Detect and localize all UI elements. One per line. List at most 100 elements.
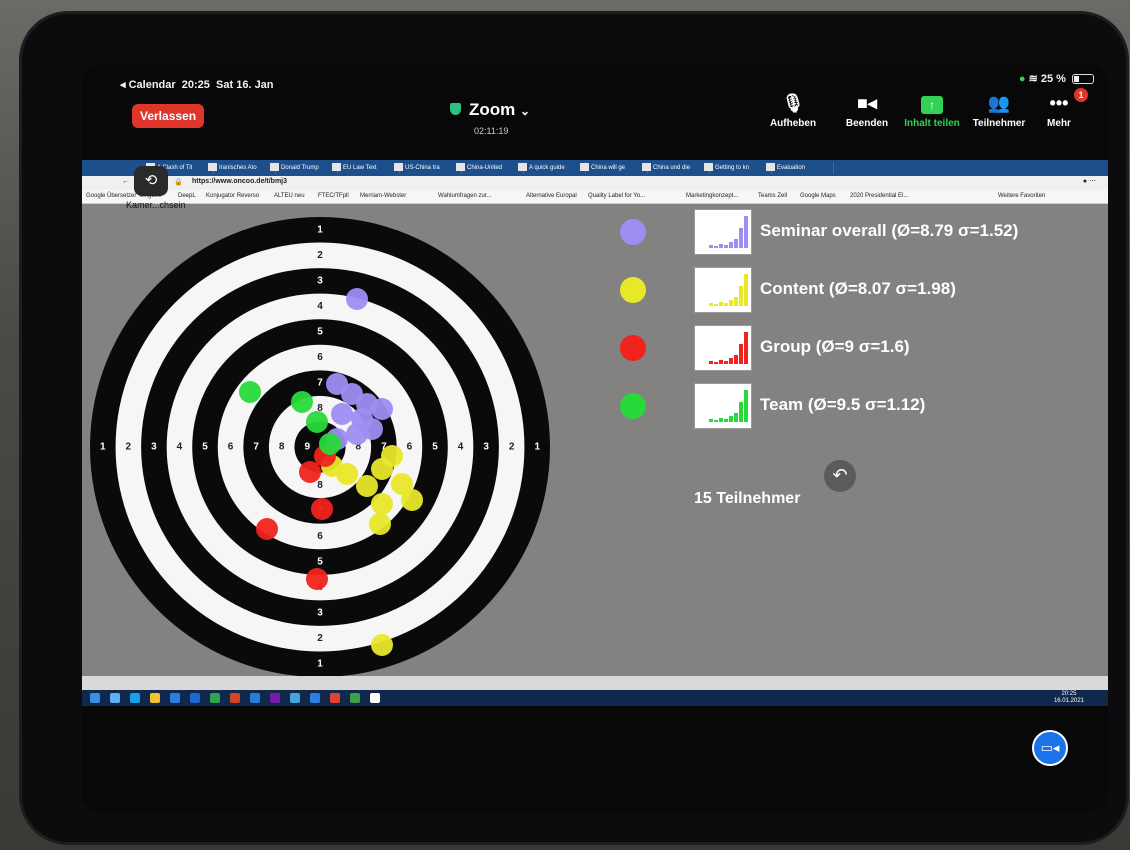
more-button[interactable]: ••• Mehr 1 <box>1024 88 1094 129</box>
bookmark-link[interactable]: Marketingkonzept... <box>686 193 738 199</box>
histogram-thumbnail[interactable] <box>694 325 752 371</box>
profile-icon[interactable]: ● ⋯ <box>1083 177 1096 185</box>
bookmark-link[interactable]: Weitere Favoriten <box>998 193 1045 199</box>
ring-label: 7 <box>317 378 323 389</box>
histogram-bar <box>709 303 713 306</box>
taskbar-app-icon[interactable] <box>90 693 100 703</box>
share-screen-icon: ↑ <box>921 96 943 114</box>
ring-label: 9 <box>304 442 310 453</box>
ring-label: 2 <box>509 442 515 453</box>
histogram-bar <box>709 245 713 248</box>
bookmark-link[interactable]: Wahlumfragen zur... <box>438 193 491 199</box>
histogram-bar <box>734 355 738 364</box>
vote-dot <box>331 403 353 425</box>
chevron-down-icon: ⌄ <box>520 104 531 118</box>
taskbar-app-icon[interactable] <box>330 693 340 703</box>
bookmark-link[interactable]: Quality Label for Yo... <box>588 193 645 199</box>
video-camera-icon: ■◂ <box>857 93 877 113</box>
share-content-button[interactable]: ↑ Inhalt teilen <box>897 92 967 129</box>
tab-label: EU Law Text <box>343 165 377 171</box>
back-to-calendar[interactable]: ◂ Calendar <box>120 79 176 91</box>
taskbar-app-icon[interactable] <box>230 693 240 703</box>
stop-video-button[interactable]: ■◂ Beenden <box>832 92 902 129</box>
vote-dot <box>311 498 333 520</box>
taskbar-app-icon[interactable] <box>270 693 280 703</box>
taskbar-app-icon[interactable] <box>210 693 220 703</box>
video-camera-icon: ▭◂ <box>1040 740 1060 755</box>
ring-label: 4 <box>458 442 464 453</box>
taskbar-app-icon[interactable] <box>250 693 260 703</box>
bookmark-link[interactable]: Google Maps <box>800 193 836 199</box>
ring-label: 2 <box>317 250 323 261</box>
taskbar-app-icon[interactable] <box>150 693 160 703</box>
meeting-title[interactable]: Zoom ⌄ <box>450 100 530 120</box>
wifi-signal-icon: ≋ <box>1028 73 1038 85</box>
address-bar: ← ⌂ 🔒 https://www.oncoo.de/t/bmj3 ● ⋯ <box>82 176 1108 190</box>
video-toggle-button[interactable]: ▭◂ <box>1032 730 1068 766</box>
histogram-bar <box>719 360 723 364</box>
bookmark-link[interactable]: Alternative Europal <box>526 193 577 199</box>
tab-favicon-icon <box>766 163 775 172</box>
taskbar-app-icon[interactable] <box>310 693 320 703</box>
legend-label: Seminar overall (Ø=8.79 σ=1.52) <box>760 221 1019 240</box>
undo-button[interactable]: ↶ <box>824 460 856 492</box>
bookmark-link[interactable]: Konjugator Reverso <box>206 193 259 199</box>
vote-dot <box>356 475 378 497</box>
histogram-bar <box>739 344 743 364</box>
bookmark-link[interactable]: DeepL <box>178 193 196 199</box>
legend-color-dot[interactable] <box>620 393 646 419</box>
share-content-label: Inhalt teilen <box>904 118 960 129</box>
legend-color-dot[interactable] <box>620 335 646 361</box>
ring-label: 6 <box>407 442 413 453</box>
histogram-thumbnail[interactable] <box>694 383 752 429</box>
histogram-bar <box>729 358 733 364</box>
vote-dot <box>256 518 278 540</box>
stop-video-label: Beenden <box>845 118 889 129</box>
histogram-thumbnail[interactable] <box>694 209 752 255</box>
tab-label: Donald Trump <box>281 165 319 171</box>
histogram-bar <box>714 304 718 306</box>
legend-color-dot[interactable] <box>620 219 646 245</box>
legend-color-dot[interactable] <box>620 277 646 303</box>
target-evaluation-app: 1111222233334444555566667777888899 Semin… <box>82 204 1108 676</box>
bookmark-link[interactable]: Teams Zell <box>758 193 787 199</box>
taskbar-app-icon[interactable] <box>290 693 300 703</box>
taskbar-app-icon[interactable] <box>110 693 120 703</box>
bookmark-link[interactable]: Merriam-Webster <box>360 193 406 199</box>
bookmark-link[interactable]: FTEC/TFpll <box>318 193 349 199</box>
histogram-bar <box>734 413 738 422</box>
histogram-bar <box>719 244 723 248</box>
url-text[interactable]: https://www.oncoo.de/t/bmj3 <box>192 178 287 185</box>
vote-dot <box>306 411 328 433</box>
bookmark-link[interactable]: 2020 Presidential El... <box>850 193 908 199</box>
taskbar-app-icon[interactable] <box>370 693 380 703</box>
shared-browser-window: A Clash of Tit Iranisches Ato Donald Trump… <box>82 160 1108 706</box>
browser-tab[interactable]: Evaluation <box>762 162 834 174</box>
taskbar-app-icon[interactable] <box>190 693 200 703</box>
taskbar-app-icon[interactable] <box>170 693 180 703</box>
share-icon-wrap: ↑ <box>897 92 967 114</box>
ring-label: 5 <box>317 327 323 338</box>
taskbar-app-icon[interactable] <box>350 693 360 703</box>
switch-camera-button[interactable]: ⟲ <box>134 166 168 196</box>
ring-label: 8 <box>279 442 285 453</box>
ring-label: 7 <box>253 442 259 453</box>
photo-background: ◂ Calendar 20:25 Sat 16. Jan ● ≋ 25 % Ve… <box>0 0 1130 850</box>
ring-label: 5 <box>432 442 438 453</box>
vote-dot <box>369 513 391 535</box>
leave-meeting-button[interactable]: Verlassen <box>132 104 205 128</box>
back-arrow-icon[interactable]: ← <box>122 178 129 185</box>
ring-label: 5 <box>317 557 323 568</box>
histogram-bar <box>739 402 743 422</box>
tab-bar: A Clash of Tit Iranisches Ato Donald Trump… <box>82 160 1108 176</box>
vote-dot <box>319 433 341 455</box>
zoom-title-text: Zoom <box>469 100 516 119</box>
histogram-thumbnail[interactable] <box>694 267 752 313</box>
taskbar-app-icon[interactable] <box>130 693 140 703</box>
more-label: Mehr <box>1047 118 1071 129</box>
unmute-button[interactable]: 🎙 Aufheben <box>758 92 828 129</box>
legend-label: Team (Ø=9.5 σ=1.12) <box>760 395 926 414</box>
bookmark-link[interactable]: Google Übersetzer <box>86 193 136 199</box>
bookmark-link[interactable]: ALTEU neu <box>274 193 305 199</box>
tab-favicon-icon <box>208 163 217 172</box>
